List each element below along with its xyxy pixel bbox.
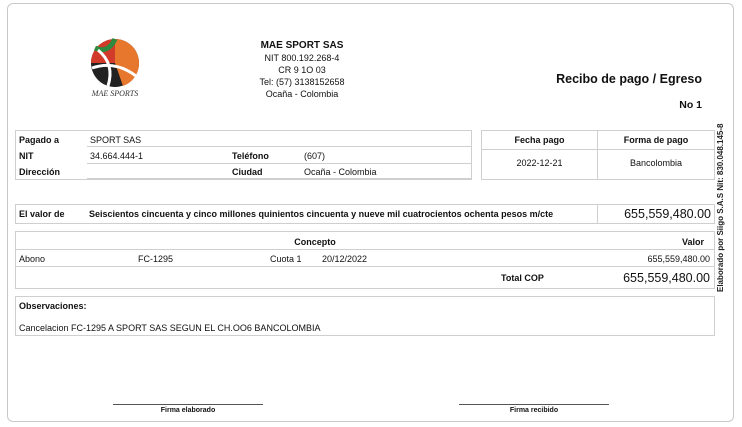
company-phone: Tel: (57) 3138152658 bbox=[259, 77, 345, 87]
payment-method-value: Bancolombia bbox=[629, 158, 683, 168]
total-value: 655,559,480.00 bbox=[623, 271, 710, 285]
concept-invoice: FC-1295 bbox=[138, 254, 174, 264]
phone-label: Teléfono bbox=[232, 151, 269, 161]
divider bbox=[16, 249, 714, 250]
paid-to-label: Pagado a bbox=[19, 135, 60, 145]
observations-text: Cancelacion FC-1295 A SPORT SAS SEGUN EL… bbox=[19, 323, 321, 333]
payment-date-value: 2022-12-21 bbox=[516, 158, 563, 168]
concept-quota: Cuota 1 bbox=[270, 254, 302, 264]
concept-type: Abono bbox=[19, 254, 46, 264]
concept-value: 655,559,480.00 bbox=[647, 254, 710, 264]
observations-label: Observaciones: bbox=[19, 301, 87, 311]
address-label: Dirección bbox=[19, 167, 61, 177]
signature-prepared: Firma elaborado bbox=[113, 404, 263, 414]
city-value: Ocaña - Colombia bbox=[304, 167, 377, 177]
divider bbox=[482, 149, 714, 150]
nit-value: 34.664.444-1 bbox=[90, 151, 144, 161]
concept-date: 20/12/2022 bbox=[322, 254, 368, 264]
divider bbox=[87, 178, 471, 179]
amount-value: 655,559,480.00 bbox=[624, 207, 711, 221]
svg-text:MAE SPORTS: MAE SPORTS bbox=[91, 89, 138, 98]
signature-received: Firma recibido bbox=[459, 404, 609, 414]
city-label: Ciudad bbox=[232, 167, 263, 177]
company-header: MAE SPORT SAS NIT 800.192.268-4 CR 9 1O … bbox=[232, 40, 372, 100]
total-label: Total COP bbox=[501, 273, 544, 283]
payment-method-label: Forma de pago bbox=[623, 135, 689, 145]
divider bbox=[87, 163, 471, 164]
value-header: Valor bbox=[681, 237, 704, 247]
receipt-number: No 1 bbox=[679, 99, 702, 111]
company-address: CR 9 1O 03 bbox=[278, 65, 326, 75]
company-nit: NIT 800.192.268-4 bbox=[264, 53, 340, 63]
paid-to-value: SPORT SAS bbox=[90, 135, 142, 145]
divider bbox=[16, 266, 714, 267]
company-name: MAE SPORT SAS bbox=[260, 40, 344, 51]
amount-label: El valor de bbox=[19, 209, 65, 219]
phone-value: (607) bbox=[304, 151, 326, 161]
payment-date-label: Fecha pago bbox=[514, 135, 565, 145]
concept-header: Concepto bbox=[294, 237, 336, 247]
side-credit-text: Elaborado por Siigo S.A.S Nit: 830.048.1… bbox=[716, 123, 725, 293]
company-city: Ocaña - Colombia bbox=[265, 89, 339, 99]
receipt-title: Recibo de pago / Egreso bbox=[556, 72, 702, 86]
divider bbox=[87, 146, 471, 147]
nit-label: NIT bbox=[19, 151, 34, 161]
amount-in-words: Seiscientos cincuenta y cinco millones q… bbox=[89, 209, 554, 219]
company-logo: MAE SPORTS bbox=[78, 36, 152, 100]
